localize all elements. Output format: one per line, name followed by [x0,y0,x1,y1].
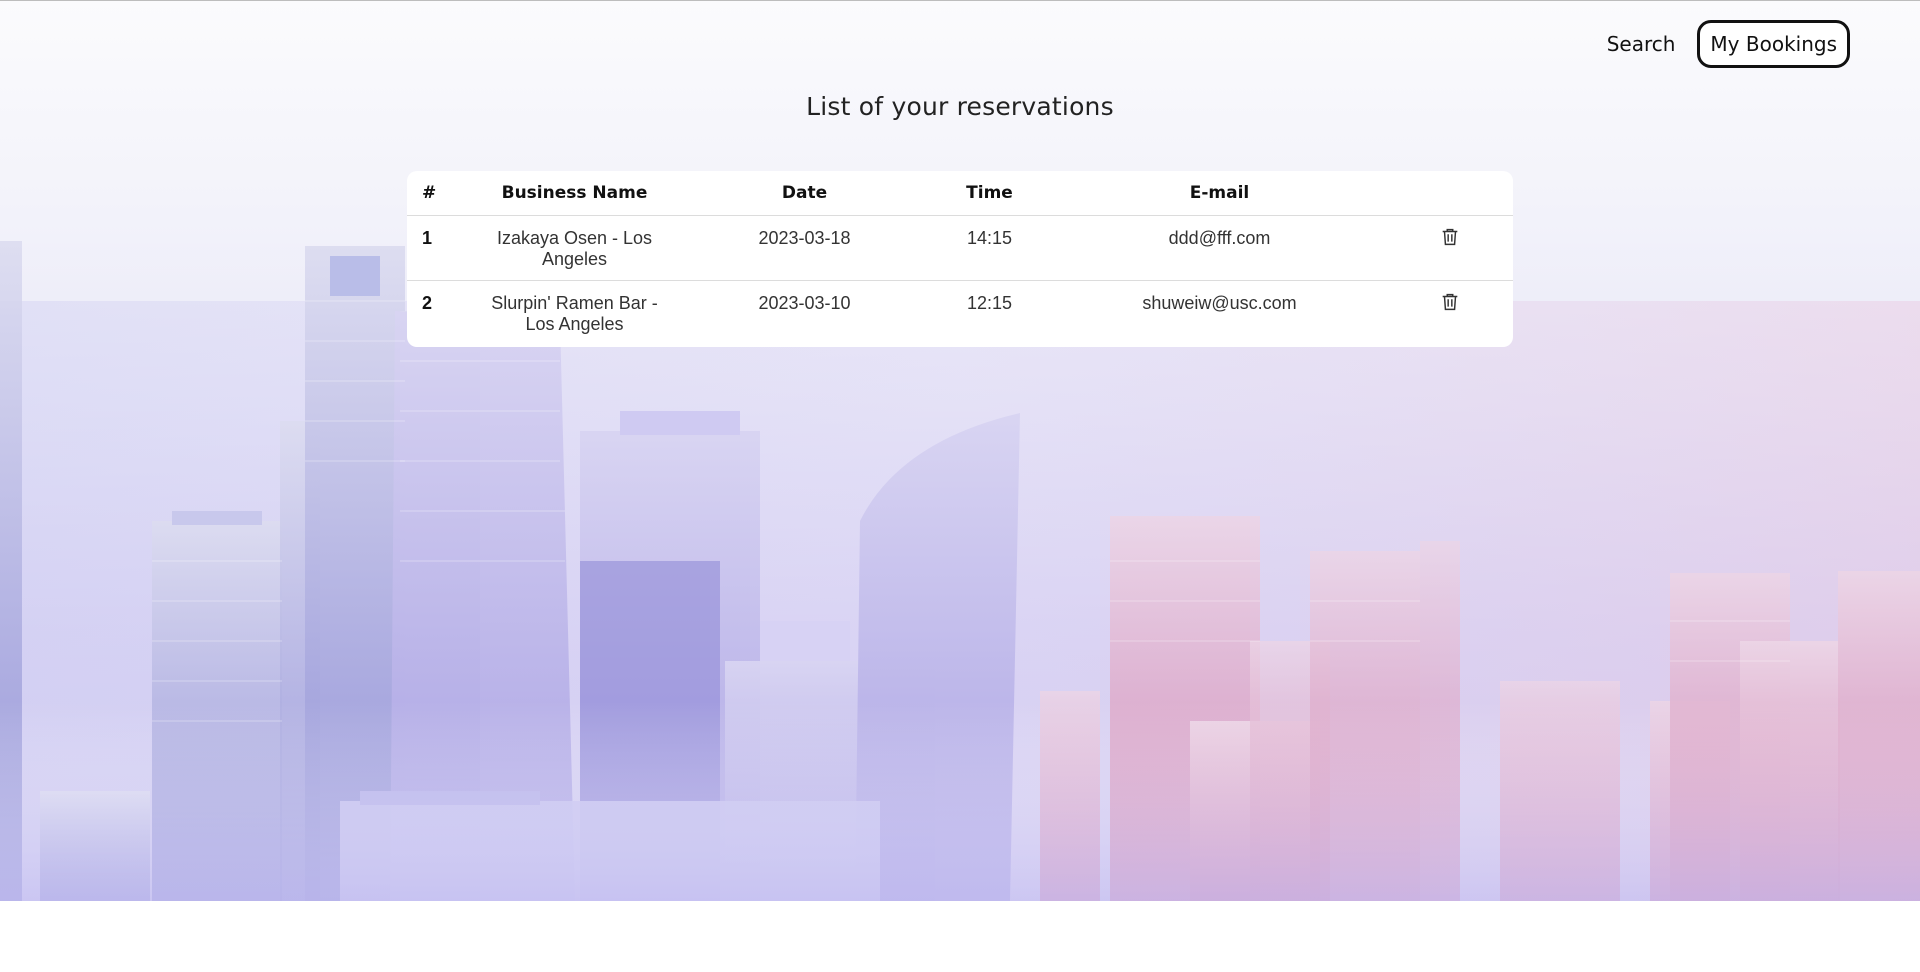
table-header-row: # Business Name Date Time E-mail [407,171,1513,216]
row-time: 12:15 [966,293,1013,313]
row-email: shuweiw@usc.com [1142,293,1297,313]
reservations-table-card: # Business Name Date Time E-mail 1 Izaka… [407,171,1513,347]
trash-icon[interactable] [1439,291,1461,313]
table-row: 1 Izakaya Osen - Los Angeles 2023-03-18 … [407,215,1513,281]
header-business-name: Business Name [467,171,682,216]
row-time: 14:15 [927,215,1052,281]
page-title: List of your reservations [806,92,1114,121]
header-date: Date [682,171,927,216]
row-date: 2023-03-10 [758,293,851,313]
row-actions [1387,281,1513,348]
row-business-name: Izakaya Osen - Los Angeles [467,215,682,281]
nav-search-link[interactable]: Search [1605,24,1678,64]
reservations-table: # Business Name Date Time E-mail 1 Izaka… [407,171,1513,347]
nav-my-bookings-button[interactable]: My Bookings [1697,20,1850,68]
page: Search My Bookings List of your reservat… [0,0,1920,972]
header-number: # [407,171,467,216]
row-number: 2 [422,293,433,313]
row-number: 1 [407,215,467,281]
row-date: 2023-03-18 [682,215,927,281]
trash-icon[interactable] [1439,226,1461,248]
header-time: Time [927,171,1052,216]
header-email: E-mail [1052,171,1387,216]
skyline-illustration [0,241,1920,901]
table-row: 2 Slurpin' Ramen Bar - Los Angeles 2023-… [407,281,1513,348]
row-business-name: Slurpin' Ramen Bar - Los Angeles [491,293,658,334]
row-email: ddd@fff.com [1052,215,1387,281]
header-actions [1387,171,1513,216]
top-nav: Search My Bookings [1605,20,1850,68]
city-skyline-background [0,1,1920,901]
row-actions [1387,215,1513,281]
